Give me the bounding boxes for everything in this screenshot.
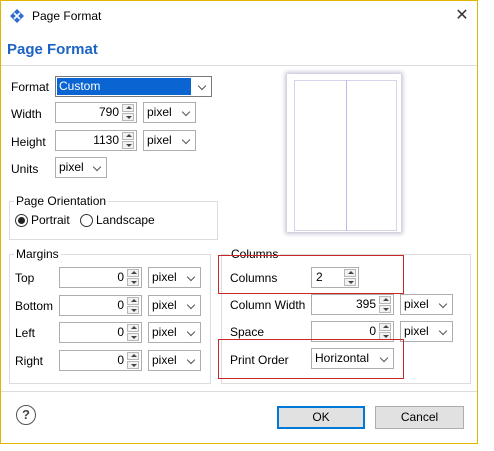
window-title: Page Format — [32, 9, 102, 23]
margin-top-input[interactable]: 0 — [59, 267, 142, 288]
portrait-radio[interactable] — [15, 214, 28, 227]
margin-top-unit: pixel — [152, 270, 177, 284]
margin-top-label: Top — [15, 271, 35, 285]
margin-right-unit: pixel — [152, 353, 177, 367]
chevron-down-icon — [435, 295, 452, 314]
margin-right-input[interactable]: 0 — [59, 350, 142, 371]
margin-right-unit-select[interactable]: pixel — [148, 350, 201, 371]
chevron-down-icon — [183, 351, 200, 370]
orientation-title: Page Orientation — [14, 194, 109, 208]
footer-divider — [1, 391, 477, 392]
margin-top-value: 0 — [117, 270, 124, 284]
margin-left-unit-select[interactable]: pixel — [148, 322, 201, 343]
width-input[interactable]: 790 — [55, 102, 137, 123]
margin-left-label: Left — [15, 326, 36, 340]
close-button[interactable]: ✕ — [449, 3, 475, 29]
spin-up-icon[interactable] — [127, 269, 139, 277]
spin-down-icon[interactable] — [127, 361, 139, 369]
page-format-dialog: Page Format ✕ Page Format Format Custom … — [0, 0, 478, 444]
height-label: Height — [11, 135, 46, 149]
page-title: Page Format — [7, 41, 98, 58]
spin-down-icon[interactable] — [127, 306, 139, 314]
chevron-down-icon — [183, 323, 200, 342]
spin-up-icon[interactable] — [379, 323, 391, 331]
portrait-label[interactable]: Portrait — [31, 213, 70, 227]
spin-up-icon[interactable] — [127, 324, 139, 332]
chevron-down-icon — [183, 268, 200, 287]
cancel-button[interactable]: Cancel — [375, 406, 464, 429]
landscape-label[interactable]: Landscape — [96, 213, 155, 227]
column-width-input[interactable]: 395 — [311, 294, 394, 315]
margin-left-value: 0 — [117, 325, 124, 339]
units-label: Units — [11, 162, 39, 176]
spin-up-icon[interactable] — [122, 104, 134, 112]
column-width-unit-select[interactable]: pixel — [400, 294, 453, 315]
margin-left-input[interactable]: 0 — [59, 322, 142, 343]
height-value: 1130 — [93, 133, 119, 147]
margin-bottom-unit: pixel — [152, 298, 177, 312]
margin-bottom-value: 0 — [117, 298, 124, 312]
space-unit: pixel — [404, 324, 429, 338]
width-value: 790 — [98, 105, 119, 119]
chevron-down-icon — [183, 296, 200, 315]
margin-left-unit: pixel — [152, 325, 177, 339]
columns-highlight-box — [218, 255, 404, 294]
width-unit-select[interactable]: pixel — [143, 102, 196, 123]
spin-up-icon[interactable] — [127, 352, 139, 360]
margin-right-label: Right — [15, 354, 44, 368]
column-width-unit: pixel — [404, 297, 429, 311]
margin-bottom-label: Bottom — [15, 299, 54, 313]
height-unit-value: pixel — [147, 133, 172, 147]
print-order-highlight-box — [218, 339, 404, 379]
margin-bottom-unit-select[interactable]: pixel — [148, 295, 201, 316]
ok-button[interactable]: OK — [277, 406, 365, 429]
landscape-radio[interactable] — [80, 214, 93, 227]
units-value: pixel — [59, 160, 84, 174]
preview-column-divider — [346, 80, 347, 231]
column-width-value: 395 — [355, 297, 376, 311]
spin-down-icon[interactable] — [127, 278, 139, 286]
spin-down-icon[interactable] — [379, 305, 391, 313]
spin-up-icon[interactable] — [122, 132, 134, 140]
help-icon[interactable]: ? — [16, 405, 36, 425]
width-unit-value: pixel — [147, 105, 172, 119]
margin-bottom-input[interactable]: 0 — [59, 295, 142, 316]
margins-title: Margins — [14, 247, 61, 261]
format-value: Custom — [57, 78, 191, 95]
width-label: Width — [11, 107, 42, 121]
spin-up-icon[interactable] — [379, 296, 391, 304]
units-select[interactable]: pixel — [55, 157, 107, 178]
chevron-down-icon — [194, 77, 211, 96]
chevron-down-icon — [178, 131, 195, 150]
margin-right-value: 0 — [117, 353, 124, 367]
space-unit-select[interactable]: pixel — [400, 321, 453, 342]
format-label: Format — [11, 80, 50, 94]
app-diamond-icon — [10, 9, 24, 23]
height-input[interactable]: 1130 — [55, 130, 137, 151]
format-select[interactable]: Custom — [55, 76, 212, 97]
margin-top-unit-select[interactable]: pixel — [148, 267, 201, 288]
spin-down-icon[interactable] — [122, 141, 134, 149]
spin-down-icon[interactable] — [122, 113, 134, 121]
title-bar: Page Format ✕ — [1, 1, 477, 31]
chevron-down-icon — [178, 103, 195, 122]
height-unit-select[interactable]: pixel — [143, 130, 196, 151]
spin-up-icon[interactable] — [127, 297, 139, 305]
space-label: Space — [230, 325, 265, 339]
header-divider — [1, 65, 477, 66]
column-width-label: Column Width — [230, 298, 306, 312]
chevron-down-icon — [435, 322, 452, 341]
chevron-down-icon — [89, 158, 106, 177]
spin-down-icon[interactable] — [127, 333, 139, 341]
